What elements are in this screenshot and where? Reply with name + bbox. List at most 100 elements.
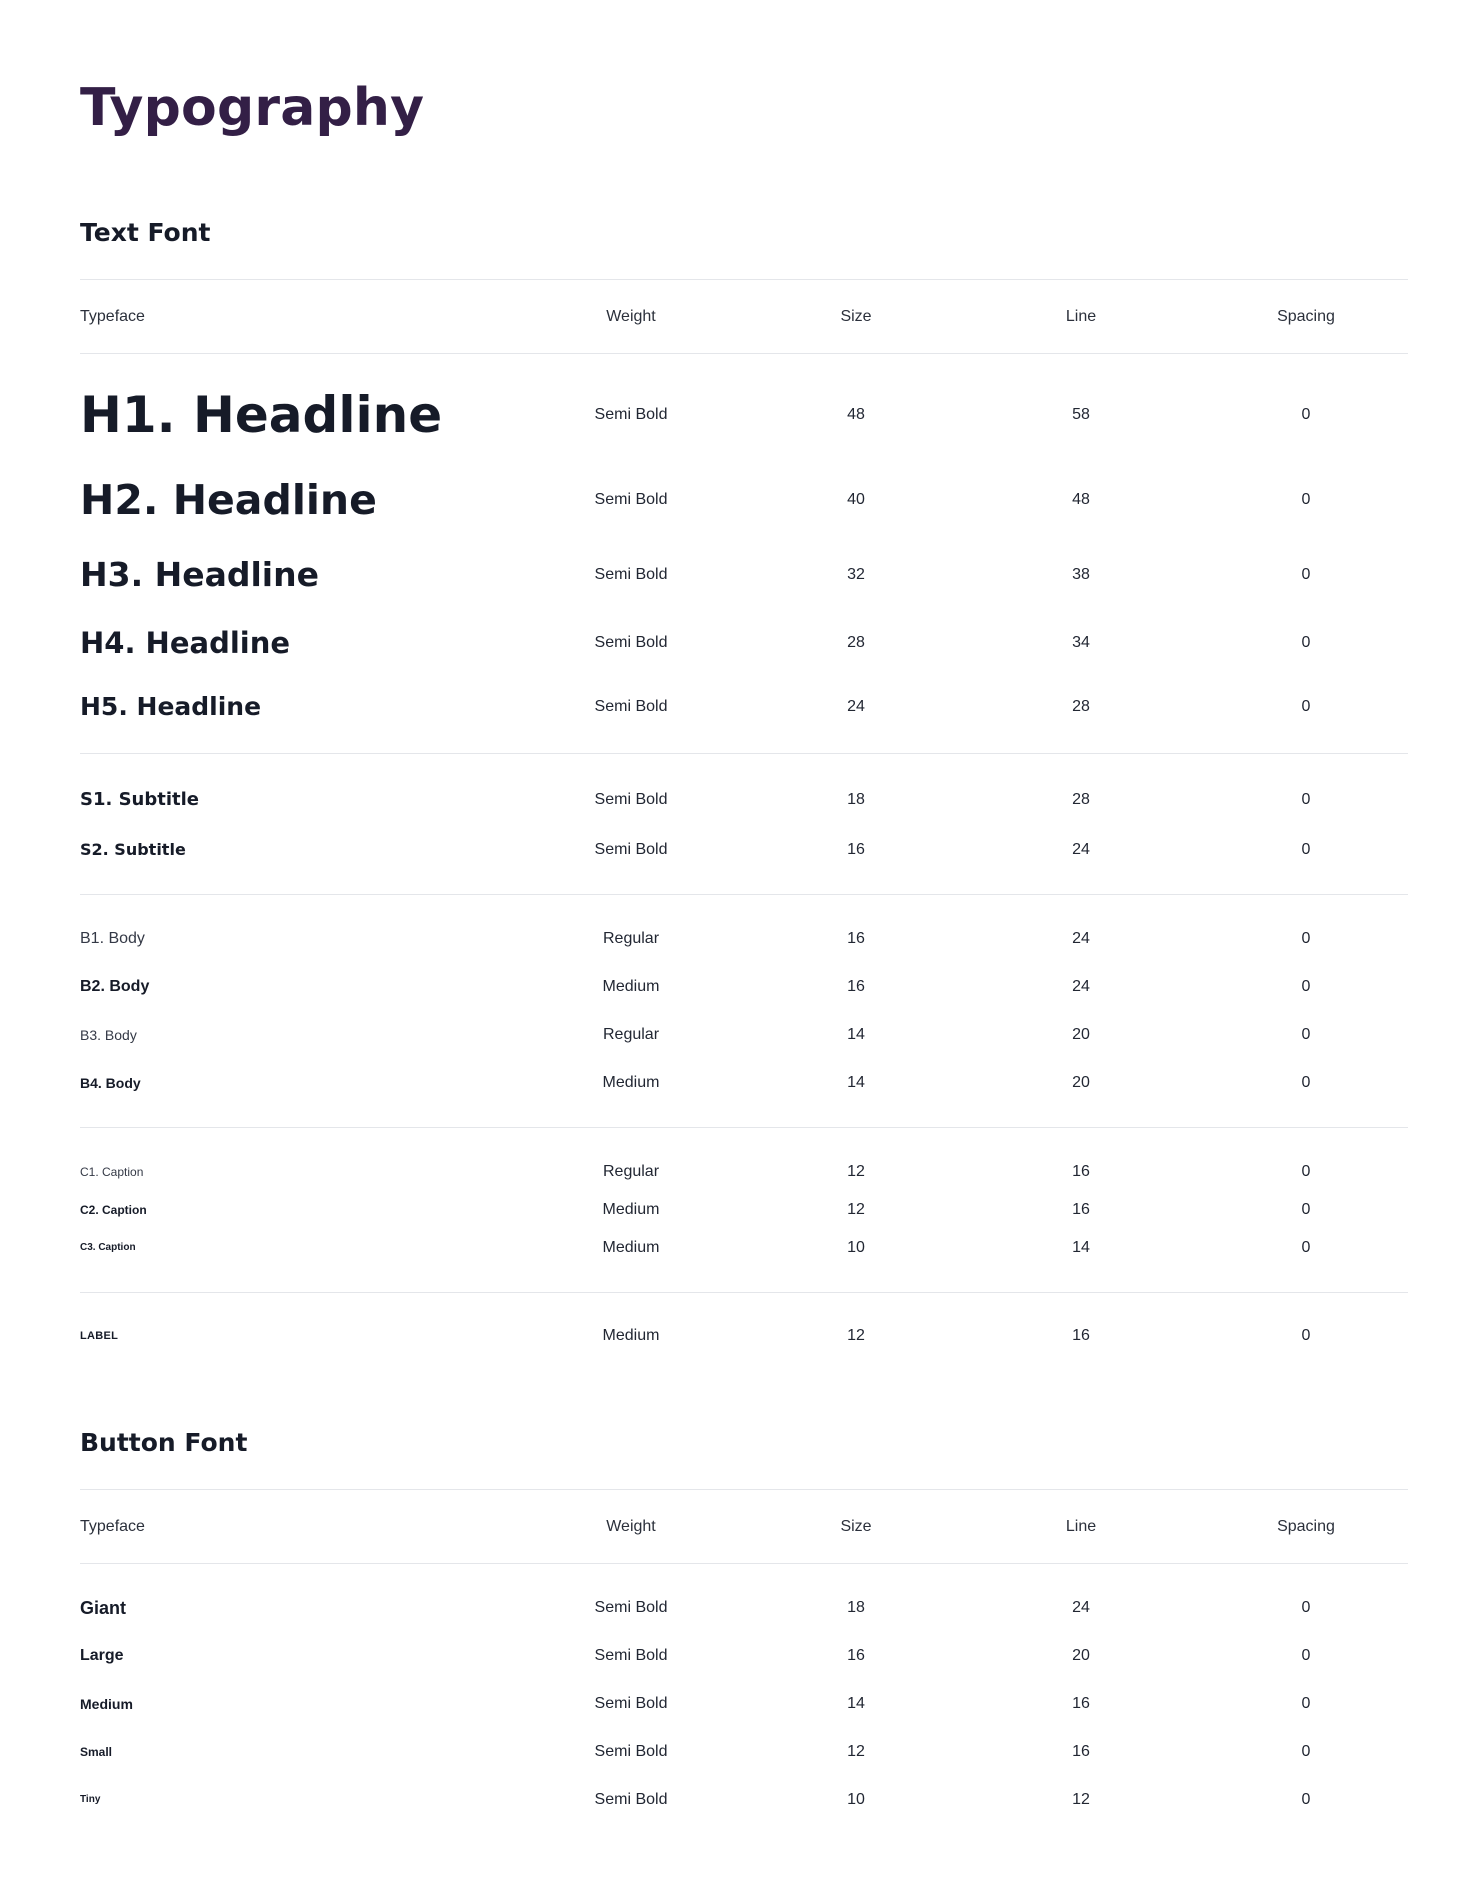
spacing-value: 0 xyxy=(1301,1327,1311,1344)
typeface-sample: C3. Caption xyxy=(80,1242,136,1253)
line-value: 16 xyxy=(1072,1201,1090,1218)
weight-value: Semi Bold xyxy=(594,1647,668,1664)
weight-value: Semi Bold xyxy=(594,1743,668,1760)
spacing-value: 0 xyxy=(1301,791,1311,808)
typeface-sample: Giant xyxy=(80,1598,127,1618)
typeface-sample: H3. Headline xyxy=(80,555,319,594)
weight-value: Medium xyxy=(602,1327,660,1344)
weight-value: Semi Bold xyxy=(594,841,668,858)
divider xyxy=(80,353,1408,354)
divider xyxy=(80,1563,1408,1564)
spacing-value: 0 xyxy=(1301,1239,1311,1256)
size-value: 12 xyxy=(847,1743,865,1760)
weight-value: Regular xyxy=(602,930,660,947)
spacing-value: 0 xyxy=(1301,406,1311,423)
column-header-size: Size xyxy=(840,1518,872,1535)
section-title-button-font: Button Font xyxy=(80,1428,248,1457)
spacing-value: 0 xyxy=(1301,1791,1311,1808)
weight-value: Medium xyxy=(602,978,660,995)
typeface-sample: H4. Headline xyxy=(80,626,291,660)
line-value: 48 xyxy=(1072,491,1090,508)
typeface-sample: LABEL xyxy=(80,1330,119,1342)
line-value: 14 xyxy=(1072,1239,1090,1256)
line-value: 34 xyxy=(1072,634,1090,651)
line-value: 16 xyxy=(1072,1743,1090,1760)
typeface-sample: C2. Caption xyxy=(80,1203,147,1217)
size-value: 16 xyxy=(847,930,865,947)
typeface-sample: B1. Body xyxy=(80,930,145,947)
line-value: 24 xyxy=(1072,978,1090,995)
line-value: 24 xyxy=(1072,930,1090,947)
spacing-value: 0 xyxy=(1301,1695,1311,1712)
size-value: 12 xyxy=(847,1327,865,1344)
weight-value: Regular xyxy=(602,1163,660,1180)
spacing-value: 0 xyxy=(1301,698,1311,715)
divider xyxy=(80,279,1408,280)
weight-value: Semi Bold xyxy=(594,566,668,583)
line-value: 38 xyxy=(1072,566,1090,583)
size-value: 18 xyxy=(847,791,865,808)
typeface-sample: B2. Body xyxy=(80,978,150,995)
line-value: 24 xyxy=(1072,1599,1090,1616)
spacing-value: 0 xyxy=(1301,1743,1311,1760)
spacing-value: 0 xyxy=(1301,566,1311,583)
column-header-line: Line xyxy=(1065,308,1097,325)
divider xyxy=(80,1489,1408,1490)
weight-value: Medium xyxy=(602,1239,660,1256)
weight-value: Medium xyxy=(602,1074,660,1091)
spacing-value: 0 xyxy=(1301,1647,1311,1664)
weight-value: Semi Bold xyxy=(594,491,668,508)
weight-value: Regular xyxy=(602,1026,660,1043)
spacing-value: 0 xyxy=(1301,978,1311,995)
typeface-sample: H1. Headline xyxy=(80,386,443,444)
size-value: 10 xyxy=(847,1239,865,1256)
column-header-spacing: Spacing xyxy=(1277,1518,1335,1535)
typeface-sample: Small xyxy=(80,1745,113,1759)
size-value: 16 xyxy=(847,1647,865,1664)
spacing-value: 0 xyxy=(1301,491,1311,508)
weight-value: Semi Bold xyxy=(594,791,668,808)
size-value: 14 xyxy=(847,1026,865,1043)
typeface-sample: B4. Body xyxy=(80,1075,141,1091)
divider xyxy=(80,753,1408,754)
line-value: 12 xyxy=(1072,1791,1090,1808)
size-value: 48 xyxy=(847,406,865,423)
line-value: 20 xyxy=(1072,1647,1090,1664)
spacing-value: 0 xyxy=(1301,1026,1311,1043)
size-value: 28 xyxy=(847,634,865,651)
line-value: 28 xyxy=(1072,698,1090,715)
line-value: 20 xyxy=(1072,1074,1090,1091)
column-header-weight: Weight xyxy=(606,1518,656,1535)
size-value: 10 xyxy=(847,1791,865,1808)
size-value: 16 xyxy=(847,841,865,858)
spacing-value: 0 xyxy=(1301,930,1311,947)
spacing-value: 0 xyxy=(1301,1163,1311,1180)
size-value: 12 xyxy=(847,1163,865,1180)
size-value: 32 xyxy=(847,566,865,583)
typeface-sample: Tiny xyxy=(80,1794,101,1805)
typeface-sample: Large xyxy=(80,1647,124,1664)
weight-value: Semi Bold xyxy=(594,1791,668,1808)
column-header-typeface: Typeface xyxy=(80,1518,145,1535)
size-value: 14 xyxy=(847,1074,865,1091)
section-title-text-font: Text Font xyxy=(80,218,211,247)
weight-value: Semi Bold xyxy=(594,1695,668,1712)
size-value: 40 xyxy=(847,491,865,508)
typeface-sample: B3. Body xyxy=(80,1027,137,1043)
line-value: 16 xyxy=(1072,1327,1090,1344)
spacing-value: 0 xyxy=(1301,1599,1311,1616)
divider xyxy=(80,1292,1408,1293)
line-value: 58 xyxy=(1072,406,1090,423)
page-title: Typography xyxy=(80,78,425,138)
size-value: 14 xyxy=(847,1695,865,1712)
weight-value: Semi Bold xyxy=(594,698,668,715)
spacing-value: 0 xyxy=(1301,841,1311,858)
spacing-value: 0 xyxy=(1301,634,1311,651)
weight-value: Semi Bold xyxy=(594,1599,668,1616)
size-value: 12 xyxy=(847,1201,865,1218)
line-value: 16 xyxy=(1072,1695,1090,1712)
line-value: 16 xyxy=(1072,1163,1090,1180)
typeface-sample: Medium xyxy=(80,1696,133,1712)
weight-value: Semi Bold xyxy=(594,634,668,651)
typeface-sample: C1. Caption xyxy=(80,1165,144,1179)
